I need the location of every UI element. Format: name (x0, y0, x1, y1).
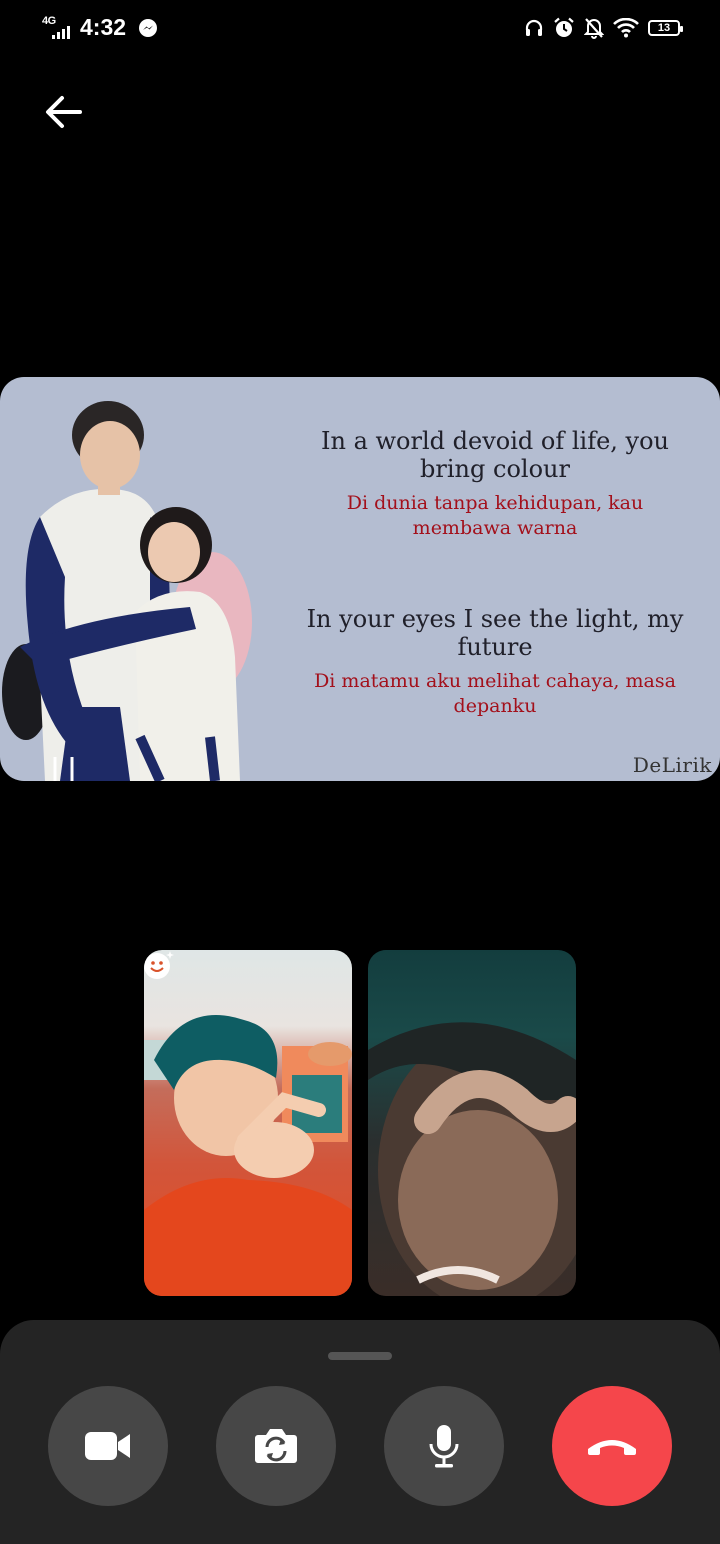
video-camera-icon (85, 1432, 130, 1460)
alarm-icon (554, 17, 574, 37)
wifi-icon (613, 18, 639, 38)
lyric-pair-1: In a world devoid of life, you bring col… (300, 427, 690, 541)
self-video-tile[interactable] (144, 950, 352, 1296)
participant-video-feed (368, 1022, 576, 1296)
status-bar: 4G 4:32 13 (0, 0, 720, 58)
lyric-english: In your eyes I see the light, my future (306, 605, 684, 661)
flip-camera-button[interactable] (216, 1386, 336, 1506)
lyric-translation: Di dunia tanpa kehidupan, kau membawa wa… (346, 492, 644, 539)
sheet-handle[interactable] (328, 1352, 392, 1360)
effects-icon[interactable] (144, 950, 174, 980)
shared-screen: In a world devoid of life, you bring col… (0, 377, 720, 781)
headphones-icon (525, 19, 543, 36)
battery-level: 13 (657, 22, 671, 34)
microphone-icon (429, 1425, 459, 1468)
watermark: DeLirik (632, 753, 712, 777)
end-call-icon (588, 1440, 636, 1455)
self-video-feed (144, 1015, 352, 1296)
lyric-english: In a world devoid of life, you bring col… (321, 427, 669, 483)
lyric-translation: Di matamu aku melihat cahaya, masa depan… (314, 670, 676, 717)
couple-illustration (2, 401, 252, 781)
video-toggle-button[interactable] (48, 1386, 168, 1506)
back-arrow-icon[interactable] (40, 88, 88, 136)
lyric-pair-2: In your eyes I see the light, my future … (300, 605, 690, 719)
messenger-icon (139, 18, 158, 37)
cellular-signal-icon: 4G (42, 15, 72, 41)
call-controls-sheet (0, 1320, 720, 1544)
end-call-button[interactable] (552, 1386, 672, 1506)
battery-icon: 13 (648, 20, 683, 36)
clock: 4:32 (80, 14, 127, 40)
notifications-off-icon (584, 18, 604, 39)
participant-video-tile[interactable] (368, 950, 576, 1296)
flip-camera-icon (255, 1429, 297, 1463)
mute-button[interactable] (384, 1386, 504, 1506)
